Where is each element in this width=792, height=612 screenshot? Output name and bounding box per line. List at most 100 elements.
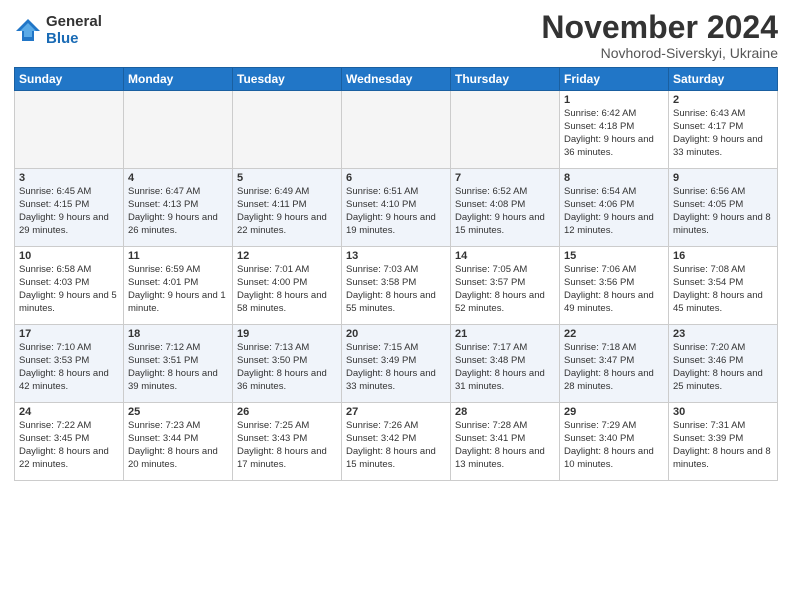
- col-friday: Friday: [560, 68, 669, 91]
- day-info: Sunrise: 6:43 AM Sunset: 4:17 PM Dayligh…: [673, 108, 773, 159]
- calendar-cell: 18 Sunrise: 7:12 AM Sunset: 3:51 PM Dayli…: [124, 325, 233, 403]
- calendar-cell: 2 Sunrise: 6:43 AM Sunset: 4:17 PM Daylig…: [669, 91, 778, 169]
- calendar-header-row: Sunday Monday Tuesday Wednesday Thursday…: [15, 68, 778, 91]
- day-number: 5: [237, 172, 337, 184]
- calendar-week-3: 10 Sunrise: 6:58 AM Sunset: 4:03 PM Dayli…: [15, 247, 778, 325]
- day-info: Sunrise: 7:23 AM Sunset: 3:44 PM Dayligh…: [128, 420, 228, 471]
- day-number: 30: [673, 406, 773, 418]
- month-title: November 2024: [541, 10, 778, 45]
- day-number: 24: [19, 406, 119, 418]
- calendar-cell: [233, 91, 342, 169]
- calendar-cell: 23 Sunrise: 7:20 AM Sunset: 3:46 PM Dayli…: [669, 325, 778, 403]
- day-number: 10: [19, 250, 119, 262]
- day-info: Sunrise: 6:49 AM Sunset: 4:11 PM Dayligh…: [237, 186, 337, 237]
- col-wednesday: Wednesday: [342, 68, 451, 91]
- calendar-cell: 27 Sunrise: 7:26 AM Sunset: 3:42 PM Dayli…: [342, 403, 451, 481]
- calendar-cell: 6 Sunrise: 6:51 AM Sunset: 4:10 PM Daylig…: [342, 169, 451, 247]
- day-info: Sunrise: 7:13 AM Sunset: 3:50 PM Dayligh…: [237, 342, 337, 393]
- day-number: 27: [346, 406, 446, 418]
- day-number: 25: [128, 406, 228, 418]
- calendar: Sunday Monday Tuesday Wednesday Thursday…: [14, 67, 778, 481]
- calendar-week-5: 24Sunrise: 7:22 AM Sunset: 3:45 PM Dayli…: [15, 403, 778, 481]
- logo-icon: [14, 17, 42, 45]
- day-number: 8: [564, 172, 664, 184]
- calendar-cell: 24Sunrise: 7:22 AM Sunset: 3:45 PM Dayli…: [15, 403, 124, 481]
- day-info: Sunrise: 7:31 AM Sunset: 3:39 PM Dayligh…: [673, 420, 773, 471]
- day-number: 21: [455, 328, 555, 340]
- calendar-cell: 14 Sunrise: 7:05 AM Sunset: 3:57 PM Dayli…: [451, 247, 560, 325]
- day-number: 13: [346, 250, 446, 262]
- logo-text: General Blue: [46, 14, 102, 47]
- day-info: Sunrise: 7:25 AM Sunset: 3:43 PM Dayligh…: [237, 420, 337, 471]
- day-info: Sunrise: 7:12 AM Sunset: 3:51 PM Dayligh…: [128, 342, 228, 393]
- calendar-cell: 3Sunrise: 6:45 AM Sunset: 4:15 PM Daylig…: [15, 169, 124, 247]
- title-block: November 2024 Novhorod-Siverskyi, Ukrain…: [541, 10, 778, 61]
- calendar-week-4: 17 Sunrise: 7:10 AM Sunset: 3:53 PM Dayli…: [15, 325, 778, 403]
- day-info: Sunrise: 6:51 AM Sunset: 4:10 PM Dayligh…: [346, 186, 446, 237]
- calendar-cell: 17 Sunrise: 7:10 AM Sunset: 3:53 PM Dayli…: [15, 325, 124, 403]
- day-info: Sunrise: 7:28 AM Sunset: 3:41 PM Dayligh…: [455, 420, 555, 471]
- day-info: Sunrise: 7:01 AM Sunset: 4:00 PM Dayligh…: [237, 264, 337, 315]
- col-thursday: Thursday: [451, 68, 560, 91]
- day-info: Sunrise: 6:56 AM Sunset: 4:05 PM Dayligh…: [673, 186, 773, 237]
- day-number: 17: [19, 328, 119, 340]
- location: Novhorod-Siverskyi, Ukraine: [541, 45, 778, 61]
- day-number: 11: [128, 250, 228, 262]
- day-number: 23: [673, 328, 773, 340]
- day-number: 9: [673, 172, 773, 184]
- day-info: Sunrise: 6:59 AM Sunset: 4:01 PM Dayligh…: [128, 264, 228, 315]
- calendar-cell: 22 Sunrise: 7:18 AM Sunset: 3:47 PM Dayli…: [560, 325, 669, 403]
- calendar-cell: 28 Sunrise: 7:28 AM Sunset: 3:41 PM Dayli…: [451, 403, 560, 481]
- calendar-cell: [124, 91, 233, 169]
- day-number: 28: [455, 406, 555, 418]
- day-number: 14: [455, 250, 555, 262]
- calendar-cell: 4 Sunrise: 6:47 AM Sunset: 4:13 PM Daylig…: [124, 169, 233, 247]
- calendar-cell: 13Sunrise: 7:03 AM Sunset: 3:58 PM Dayli…: [342, 247, 451, 325]
- calendar-cell: 12 Sunrise: 7:01 AM Sunset: 4:00 PM Dayli…: [233, 247, 342, 325]
- day-number: 4: [128, 172, 228, 184]
- day-info: Sunrise: 7:08 AM Sunset: 3:54 PM Dayligh…: [673, 264, 773, 315]
- logo-general: General: [46, 14, 102, 31]
- calendar-cell: [451, 91, 560, 169]
- day-info: Sunrise: 6:58 AM Sunset: 4:03 PM Dayligh…: [19, 264, 119, 315]
- day-info: Sunrise: 7:06 AM Sunset: 3:56 PM Dayligh…: [564, 264, 664, 315]
- day-info: Sunrise: 7:18 AM Sunset: 3:47 PM Dayligh…: [564, 342, 664, 393]
- day-number: 1: [564, 94, 664, 106]
- day-number: 19: [237, 328, 337, 340]
- col-monday: Monday: [124, 68, 233, 91]
- calendar-cell: 9 Sunrise: 6:56 AM Sunset: 4:05 PM Daylig…: [669, 169, 778, 247]
- calendar-cell: 5 Sunrise: 6:49 AM Sunset: 4:11 PM Daylig…: [233, 169, 342, 247]
- calendar-cell: 20 Sunrise: 7:15 AM Sunset: 3:49 PM Dayli…: [342, 325, 451, 403]
- day-number: 12: [237, 250, 337, 262]
- day-number: 6: [346, 172, 446, 184]
- calendar-cell: 8 Sunrise: 6:54 AM Sunset: 4:06 PM Daylig…: [560, 169, 669, 247]
- day-number: 18: [128, 328, 228, 340]
- calendar-cell: 30 Sunrise: 7:31 AM Sunset: 3:39 PM Dayli…: [669, 403, 778, 481]
- day-number: 15: [564, 250, 664, 262]
- day-info: Sunrise: 6:47 AM Sunset: 4:13 PM Dayligh…: [128, 186, 228, 237]
- logo: General Blue: [14, 14, 102, 47]
- calendar-cell: 25 Sunrise: 7:23 AM Sunset: 3:44 PM Dayli…: [124, 403, 233, 481]
- day-number: 7: [455, 172, 555, 184]
- calendar-cell: [15, 91, 124, 169]
- day-number: 22: [564, 328, 664, 340]
- day-info: Sunrise: 7:26 AM Sunset: 3:42 PM Dayligh…: [346, 420, 446, 471]
- day-info: Sunrise: 7:20 AM Sunset: 3:46 PM Dayligh…: [673, 342, 773, 393]
- day-number: 20: [346, 328, 446, 340]
- day-info: Sunrise: 6:42 AM Sunset: 4:18 PM Dayligh…: [564, 108, 664, 159]
- day-number: 2: [673, 94, 773, 106]
- day-info: Sunrise: 7:17 AM Sunset: 3:48 PM Dayligh…: [455, 342, 555, 393]
- day-info: Sunrise: 6:45 AM Sunset: 4:15 PM Dayligh…: [19, 186, 119, 237]
- calendar-cell: 1 Sunrise: 6:42 AM Sunset: 4:18 PM Daylig…: [560, 91, 669, 169]
- day-info: Sunrise: 7:10 AM Sunset: 3:53 PM Dayligh…: [19, 342, 119, 393]
- day-number: 26: [237, 406, 337, 418]
- calendar-cell: 15 Sunrise: 7:06 AM Sunset: 3:56 PM Dayli…: [560, 247, 669, 325]
- day-info: Sunrise: 7:05 AM Sunset: 3:57 PM Dayligh…: [455, 264, 555, 315]
- day-info: Sunrise: 7:15 AM Sunset: 3:49 PM Dayligh…: [346, 342, 446, 393]
- day-info: Sunrise: 6:52 AM Sunset: 4:08 PM Dayligh…: [455, 186, 555, 237]
- day-number: 16: [673, 250, 773, 262]
- main-container: General Blue November 2024 Novhorod-Sive…: [0, 0, 792, 612]
- day-info: Sunrise: 6:54 AM Sunset: 4:06 PM Dayligh…: [564, 186, 664, 237]
- col-sunday: Sunday: [15, 68, 124, 91]
- calendar-cell: 29Sunrise: 7:29 AM Sunset: 3:40 PM Dayli…: [560, 403, 669, 481]
